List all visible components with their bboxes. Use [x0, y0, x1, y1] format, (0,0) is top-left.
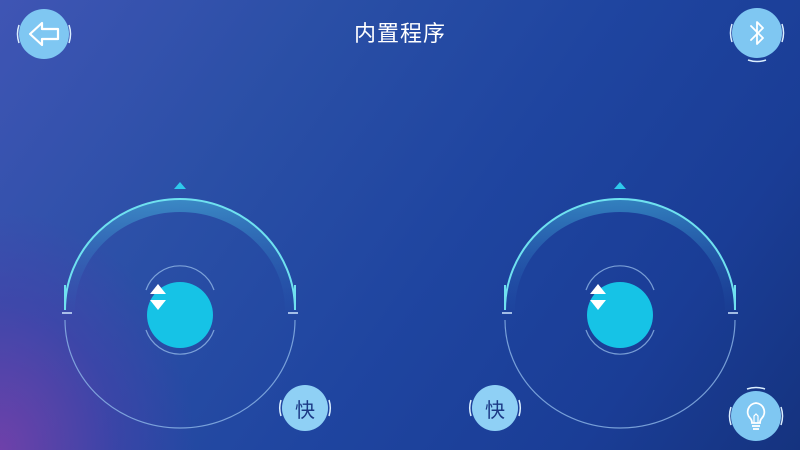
arrow-left-icon	[28, 21, 60, 47]
bluetooth-icon	[750, 21, 764, 45]
right-speed-button[interactable]: 快	[472, 385, 518, 431]
left-speed-button[interactable]: 快	[282, 385, 328, 431]
page-title: 内置程序	[353, 22, 446, 47]
back-button[interactable]	[19, 9, 69, 59]
direction-indicator-icon	[614, 182, 626, 189]
left-joystick[interactable]	[60, 175, 300, 435]
light-button[interactable]	[731, 391, 781, 441]
bluetooth-button[interactable]	[732, 8, 782, 58]
right-joystick-knob[interactable]	[587, 282, 653, 348]
up-down-arrows-icon	[150, 284, 166, 310]
right-joystick[interactable]	[500, 175, 740, 435]
up-down-arrows-icon	[590, 284, 606, 310]
direction-indicator-icon	[174, 182, 186, 189]
lightbulb-icon	[746, 402, 766, 430]
left-joystick-knob[interactable]	[147, 282, 213, 348]
